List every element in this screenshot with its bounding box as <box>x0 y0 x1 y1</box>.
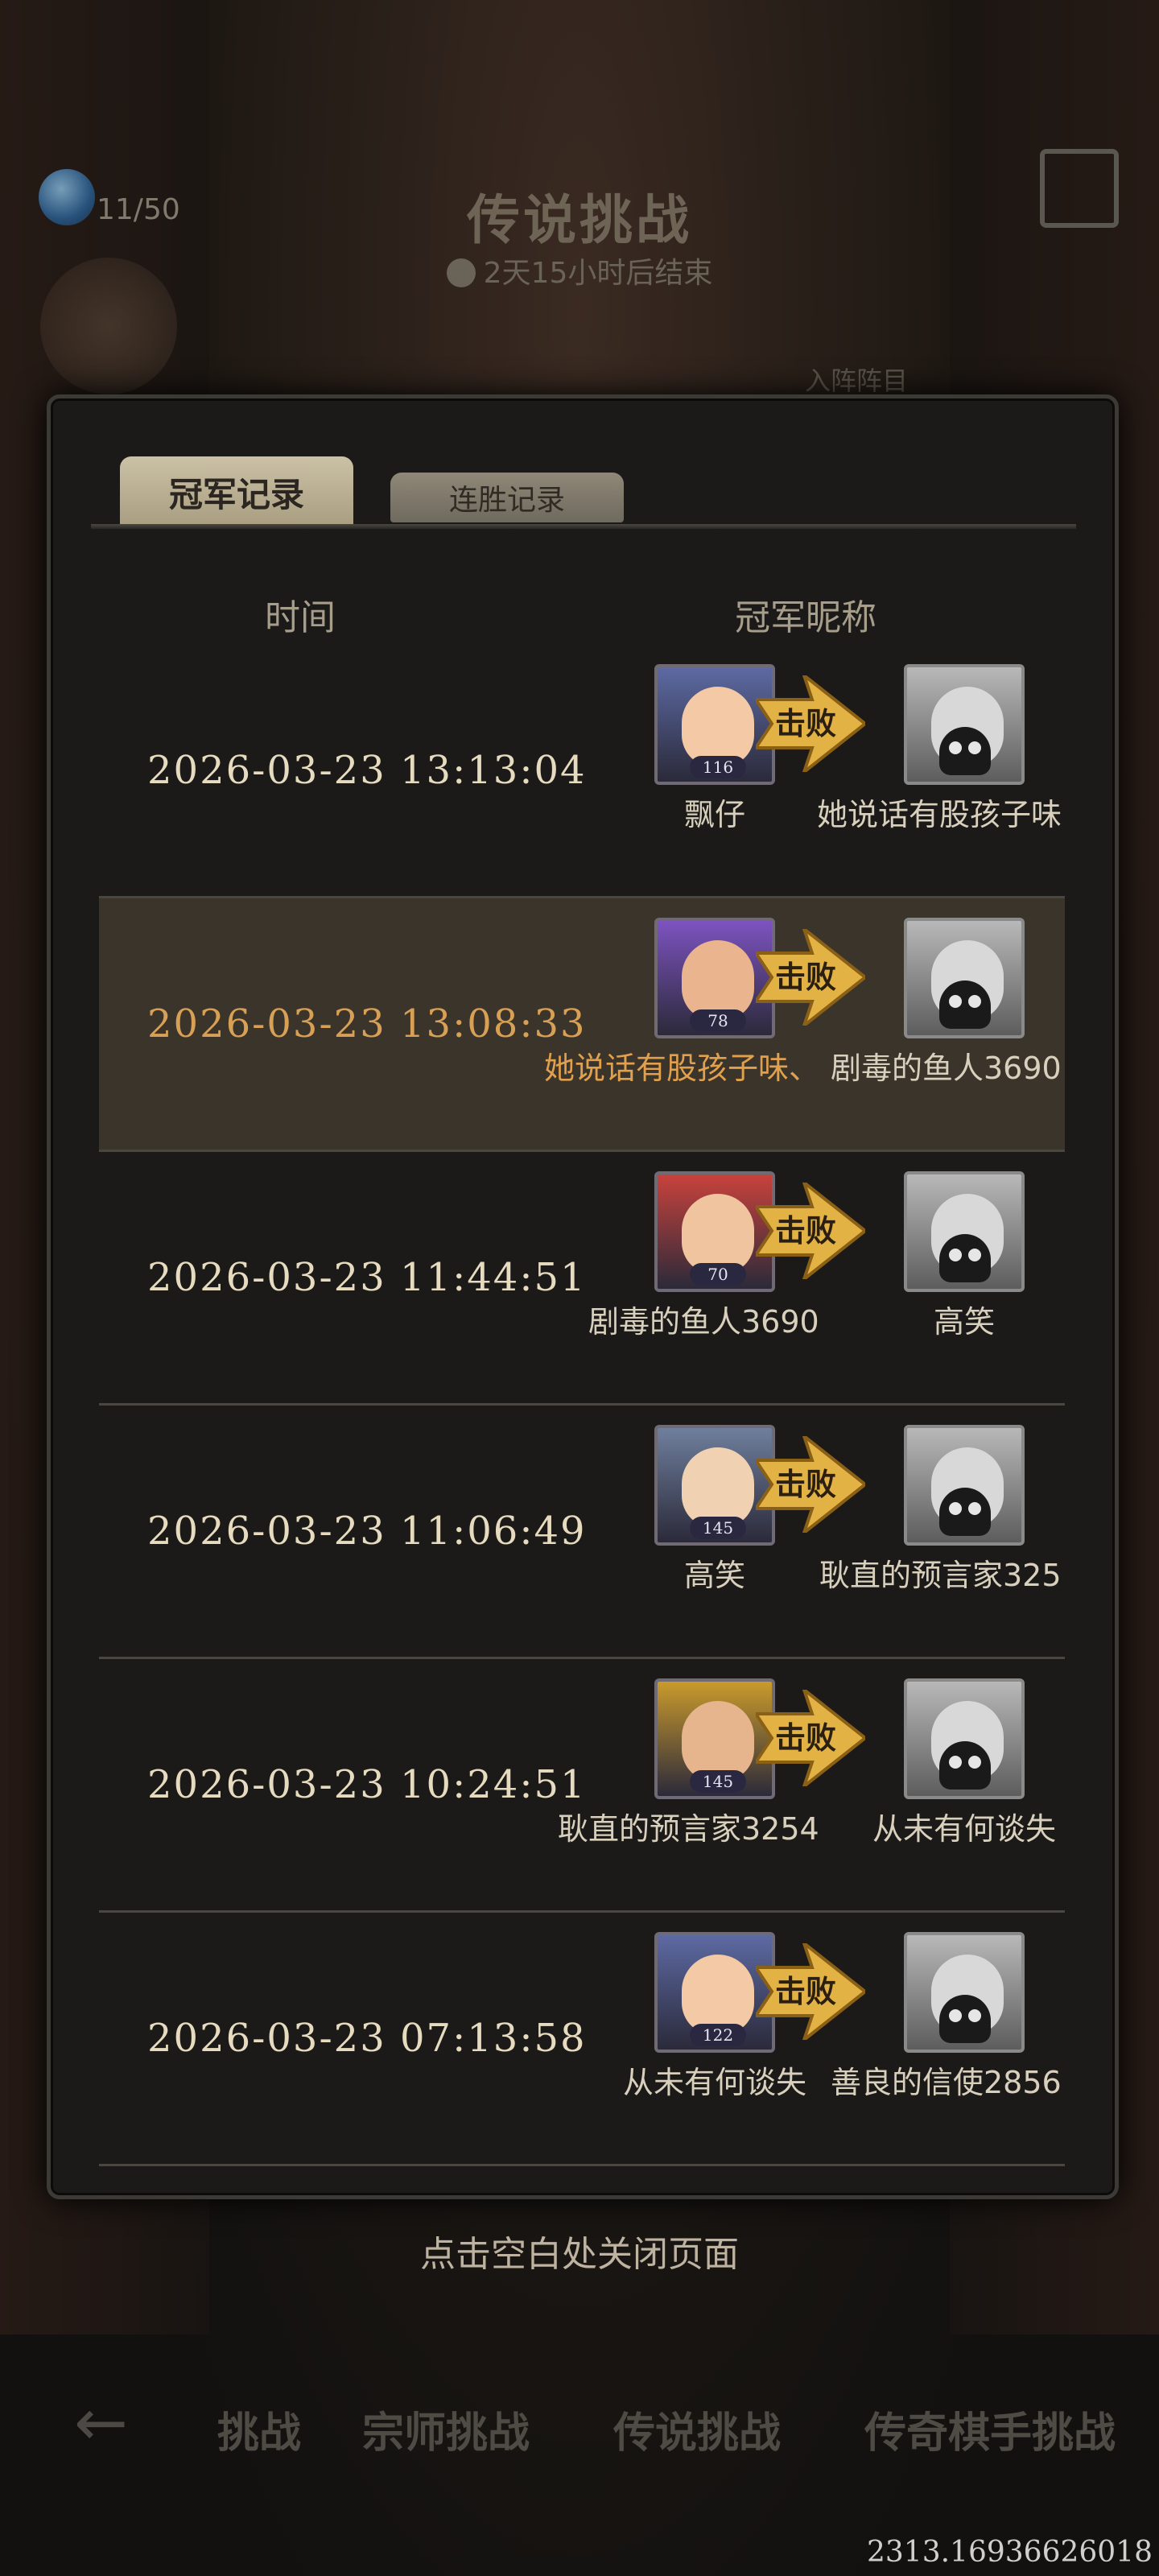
record-time: 2026-03-23 11:06:49 <box>147 1509 587 1554</box>
winner-portrait <box>682 1447 754 1528</box>
nav-item-challenge[interactable]: 挑战 <box>217 2399 301 2459</box>
record-time: 2026-03-23 10:24:51 <box>147 1762 587 1807</box>
nav-item-legendary-player-challenge[interactable]: 传奇棋手挑战 <box>864 2399 1116 2459</box>
loser-name: 从未有何谈失 <box>872 1811 1057 1847</box>
record-list: 2026-03-23 13:13:04 116 击败 飘仔 她说话有股孩子味 2026-0… <box>99 645 1065 2166</box>
record-row[interactable]: 2026-03-23 13:13:04 116 击败飘仔 她说话有股孩子味 <box>99 645 1065 898</box>
champion-records-panel: 冠军记录 连胜记录 时间 冠军昵称 2026-03-23 13:13:04 116… <box>47 394 1119 2199</box>
loser-avatar[interactable] <box>904 1171 1025 1292</box>
defeat-label: 击败 <box>774 1720 836 1756</box>
defeat-label: 击败 <box>774 960 836 995</box>
winner-level: 70 <box>690 1263 746 1286</box>
defeat-arrow-icon: 击败 <box>753 1685 868 1791</box>
event-timer: 2天15小时后结束 <box>0 250 1159 291</box>
page-title: 传说挑战 <box>467 188 692 251</box>
record-time: 2026-03-23 13:13:04 <box>147 748 587 793</box>
loser-name: 剧毒的鱼人3690 <box>831 1051 1062 1086</box>
clock-icon <box>446 258 476 287</box>
skull-icon <box>939 1995 991 2043</box>
defeat-label: 击败 <box>774 1467 836 1502</box>
defeat-arrow-icon: 击败 <box>753 1938 868 2045</box>
timer-text: 2天15小时后结束 <box>483 257 713 290</box>
defeat-label: 击败 <box>774 1974 836 2009</box>
close-hint[interactable]: 点击空白处关闭页面 <box>0 2225 1159 2277</box>
winner-name: 耿直的预言家3254 <box>558 1811 819 1847</box>
defeat-arrow-icon: 击败 <box>753 671 868 777</box>
winner-level: 122 <box>690 2024 746 2046</box>
loser-avatar[interactable] <box>904 1932 1025 2053</box>
loser-name: 她说话有股孩子味 <box>817 797 1062 832</box>
loser-name: 耿直的预言家325 <box>819 1558 1062 1593</box>
player-avatar <box>40 258 177 394</box>
loser-avatar[interactable] <box>904 1425 1025 1546</box>
defeat-arrow-icon: 击败 <box>753 1178 868 1284</box>
back-arrow-icon[interactable]: ← <box>74 2391 128 2455</box>
winner-name: 飘仔 <box>684 797 746 832</box>
defeat-arrow-icon: 击败 <box>753 1431 868 1538</box>
winner-level: 145 <box>690 1517 746 1539</box>
exit-icon[interactable] <box>1040 149 1119 228</box>
defeat-label: 击败 <box>774 706 836 741</box>
record-row[interactable]: 2026-03-23 13:08:33 78 击败她说话有股孩子味、 剧毒的鱼人369… <box>99 898 1065 1152</box>
tab-champion-records[interactable]: 冠军记录 <box>120 456 353 527</box>
skull-icon <box>939 1488 991 1536</box>
winner-name: 从未有何谈失 <box>623 2065 807 2100</box>
tab-streak-records[interactable]: 连胜记录 <box>390 473 624 522</box>
loser-avatar[interactable] <box>904 1678 1025 1799</box>
record-row[interactable]: 2026-03-23 10:24:51 145 击败耿直的预言家3254 从未有何谈失 <box>99 1659 1065 1913</box>
record-time: 2026-03-23 11:44:51 <box>147 1255 587 1300</box>
winner-name: 高笑 <box>684 1558 746 1593</box>
record-row[interactable]: 2026-03-23 11:44:51 70 击败剧毒的鱼人3690 高笑 <box>99 1152 1065 1406</box>
winner-name: 剧毒的鱼人3690 <box>588 1304 819 1340</box>
skull-icon <box>939 980 991 1029</box>
record-time: 2026-03-23 13:08:33 <box>147 1001 587 1046</box>
column-header-time: 时间 <box>265 597 336 638</box>
winner-portrait <box>682 1955 754 2035</box>
winner-portrait <box>682 1701 754 1781</box>
skull-icon <box>939 1741 991 1790</box>
loser-avatar[interactable] <box>904 664 1025 785</box>
winner-name: 她说话有股孩子味、 <box>544 1051 820 1086</box>
winner-portrait <box>682 1194 754 1274</box>
column-header-champion: 冠军昵称 <box>735 597 876 638</box>
defeat-arrow-icon: 击败 <box>753 924 868 1030</box>
nav-item-master-challenge[interactable]: 宗师挑战 <box>362 2399 530 2459</box>
winner-portrait <box>682 687 754 767</box>
winner-level: 116 <box>690 756 746 778</box>
bottom-nav: ← 挑战 宗师挑战 传说挑战 传奇棋手挑战 <box>0 2383 1159 2463</box>
winner-level: 78 <box>690 1009 746 1032</box>
loser-name: 善良的信使2856 <box>831 2065 1062 2100</box>
defeat-label: 击败 <box>774 1213 836 1249</box>
hud-sub-label: 入阵阵目 <box>805 365 909 396</box>
tab-divider <box>91 524 1076 529</box>
record-row[interactable]: 2026-03-23 07:13:58 122 击败从未有何谈失 善良的信使2856 <box>99 1913 1065 2166</box>
nav-item-legend-challenge[interactable]: 传说挑战 <box>613 2399 781 2459</box>
coordinate-readout: 2313.16936626018 <box>866 2536 1153 2569</box>
skull-icon <box>939 1234 991 1282</box>
winner-level: 145 <box>690 1770 746 1793</box>
record-row[interactable]: 2026-03-23 11:06:49 145 击败高笑 耿直的预言家325 <box>99 1406 1065 1659</box>
loser-avatar[interactable] <box>904 918 1025 1038</box>
winner-portrait <box>682 940 754 1021</box>
loser-name: 高笑 <box>934 1304 996 1340</box>
record-time: 2026-03-23 07:13:58 <box>147 2016 587 2061</box>
skull-icon <box>939 727 991 775</box>
